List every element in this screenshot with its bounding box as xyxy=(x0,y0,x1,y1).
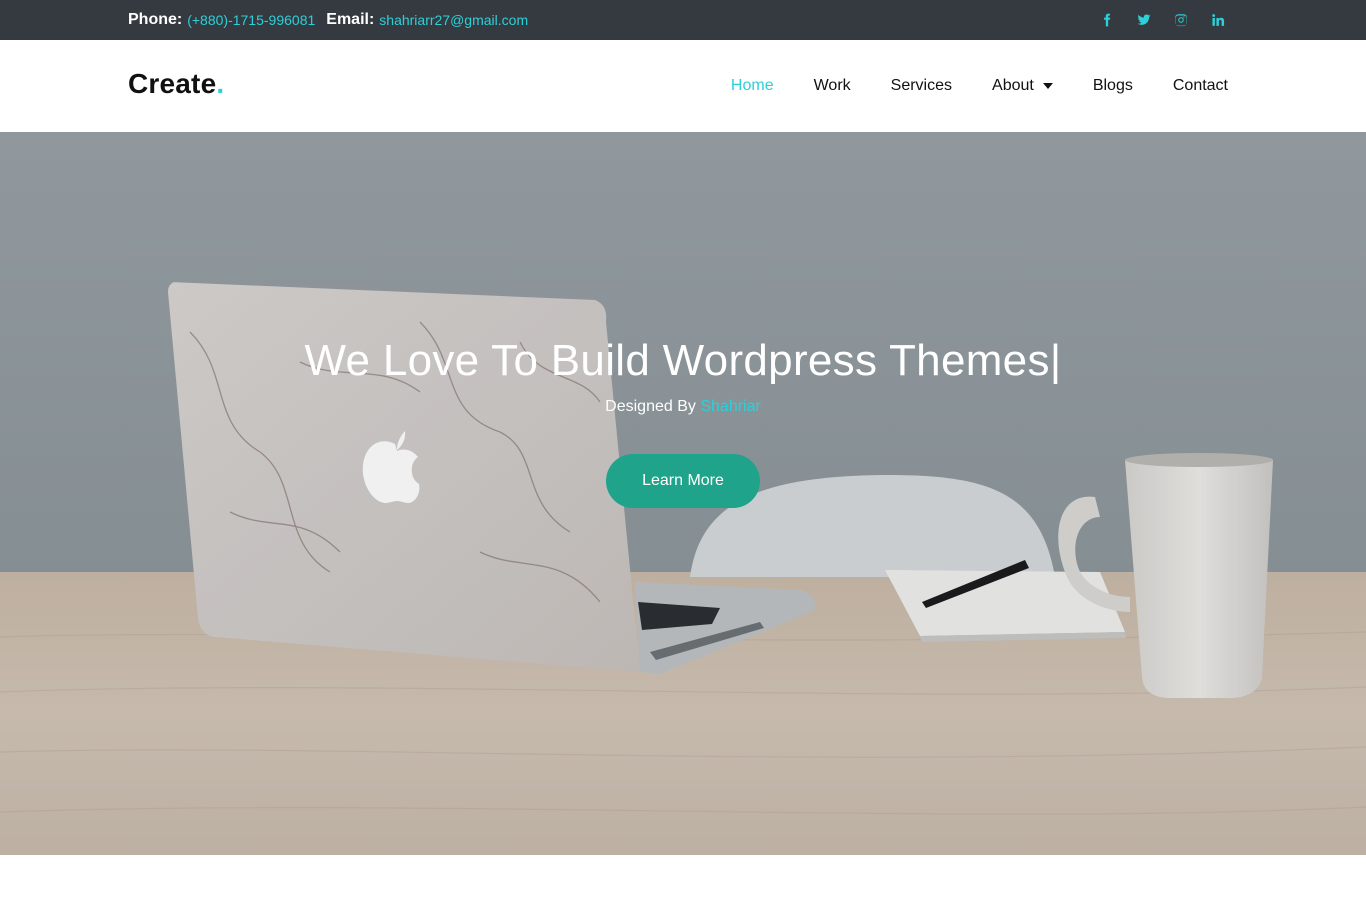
learn-more-button[interactable]: Learn More xyxy=(606,454,760,508)
designer-name-link[interactable]: Shahriar xyxy=(700,398,760,415)
email-label: Email: xyxy=(326,11,375,28)
brand-text: Create xyxy=(128,68,217,99)
social-links xyxy=(1080,0,1228,40)
hero-title: We Love To Build Wordpress Themes| xyxy=(304,336,1062,385)
contact-info: Phone: (+880)-1715-996081 Email: shahria… xyxy=(128,0,539,40)
brand-dot: . xyxy=(216,68,225,99)
nav-item-contact[interactable]: Contact xyxy=(1173,77,1228,95)
caret-down-icon xyxy=(1042,83,1053,89)
phone-value[interactable]: (+880)-1715-996081 xyxy=(187,12,315,28)
brand-logo[interactable]: Create. xyxy=(128,68,224,100)
hero-subtitle: Designed By Shahriar xyxy=(0,398,1366,416)
nav-item-about-label: About xyxy=(992,77,1034,94)
facebook-icon[interactable] xyxy=(1097,10,1117,30)
twitter-icon[interactable] xyxy=(1134,10,1154,30)
nav-item-services[interactable]: Services xyxy=(891,77,952,95)
hero-section: We Love To Build Wordpress Themes| Desig… xyxy=(0,132,1366,855)
email-value[interactable]: shahriarr27@gmail.com xyxy=(379,12,528,28)
phone-label: Phone: xyxy=(128,11,183,28)
top-bar: Phone: (+880)-1715-996081 Email: shahria… xyxy=(0,0,1366,40)
nav-menu: Home Work Services About Blogs Contact xyxy=(691,40,1228,132)
main-navbar: Create. Home Work Services About Blogs C… xyxy=(0,40,1366,132)
page-content-below-hero xyxy=(0,855,1366,912)
designed-by-label: Designed By xyxy=(605,398,696,415)
nav-item-about[interactable]: About xyxy=(992,77,1053,95)
nav-item-blogs[interactable]: Blogs xyxy=(1093,77,1133,95)
nav-item-home[interactable]: Home xyxy=(731,77,774,95)
linkedin-icon[interactable] xyxy=(1208,10,1228,30)
instagram-icon[interactable] xyxy=(1171,10,1191,30)
nav-item-work[interactable]: Work xyxy=(814,77,851,95)
